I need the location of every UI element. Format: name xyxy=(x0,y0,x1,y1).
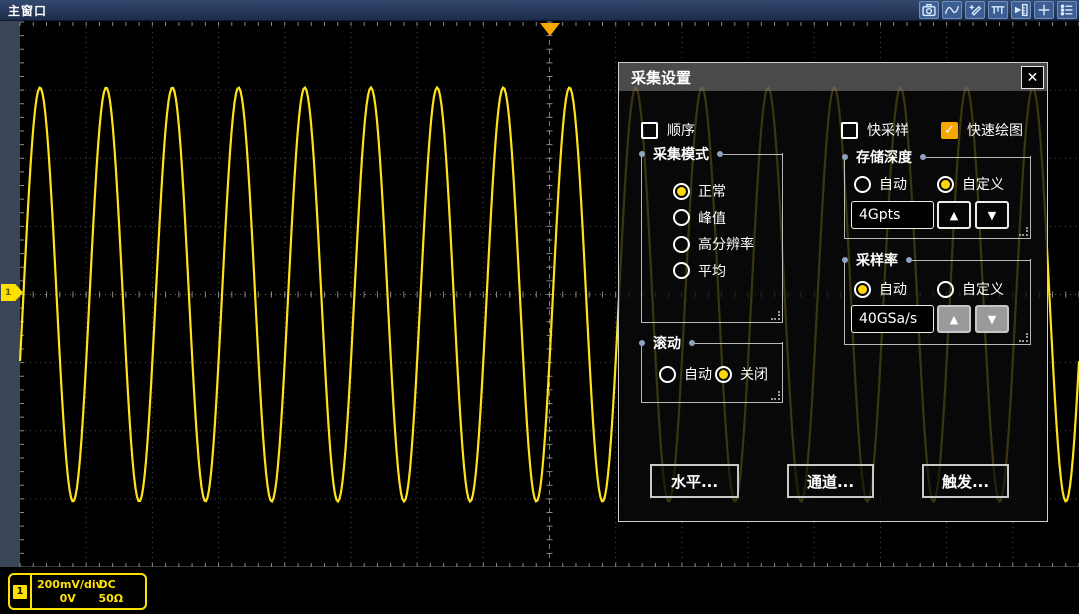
channel-settings-button[interactable]: 通道... xyxy=(787,464,874,498)
annotate-button[interactable] xyxy=(965,1,985,19)
list-menu-icon xyxy=(1059,3,1075,17)
titlebar-toolbar xyxy=(919,1,1077,19)
checkbox-box xyxy=(841,122,858,139)
app-root: 1 主窗口 xyxy=(0,0,1079,614)
radio-memdepth-auto[interactable]: 自动 xyxy=(854,174,907,194)
window-title: 主窗口 xyxy=(0,2,47,19)
level-marker-label: 1 xyxy=(5,288,11,298)
radio-circle xyxy=(673,236,690,253)
radio-circle xyxy=(715,366,732,383)
up-arrow-icon: ▲ xyxy=(950,209,958,222)
plus-icon xyxy=(1036,3,1052,17)
memory-depth-group-label: 存储深度 xyxy=(856,147,912,167)
group-dot xyxy=(639,151,645,157)
up-arrow-icon: ▲ xyxy=(950,313,958,326)
radio-acq-hires[interactable]: 高分辨率 xyxy=(673,234,754,254)
check-icon: ✓ xyxy=(944,124,955,137)
radio-acq-peak[interactable]: 峰值 xyxy=(673,208,726,228)
dialog-title: 采集设置 xyxy=(619,67,691,88)
sequence-label: 顺序 xyxy=(667,120,695,140)
radio-roll-off[interactable]: 关闭 xyxy=(715,364,768,384)
radio-circle xyxy=(854,176,871,193)
signal-wave-icon xyxy=(944,3,960,17)
radio-roll-auto[interactable]: 自动 xyxy=(659,364,712,384)
bottom-status-bar: 1 200mV/div DC 0V 50Ω xyxy=(0,567,1079,614)
group-resize-grip xyxy=(1019,227,1028,236)
fast-acquire-label: 快采样 xyxy=(867,120,909,140)
close-icon: ✕ xyxy=(1027,70,1039,86)
channel-number: 1 xyxy=(13,585,27,599)
checkbox-box: ✓ xyxy=(941,122,958,139)
group-resize-grip xyxy=(771,391,780,400)
sample-rate-increment-button: ▲ xyxy=(937,305,971,333)
channel-impedance: 50Ω xyxy=(98,592,143,605)
trigger-position-marker[interactable] xyxy=(540,23,560,36)
trigger-settings-button[interactable]: 触发... xyxy=(922,464,1009,498)
radio-circle xyxy=(673,209,690,226)
radio-circle xyxy=(937,176,954,193)
down-arrow-icon: ▼ xyxy=(988,209,996,222)
radio-samplerate-auto[interactable]: 自动 xyxy=(854,279,907,299)
measure-button[interactable] xyxy=(988,1,1008,19)
camera-icon xyxy=(921,3,937,17)
checkbox-box xyxy=(641,122,658,139)
edit-pencil-icon xyxy=(967,3,983,17)
memory-depth-increment-button[interactable]: ▲ xyxy=(937,201,971,229)
waveform-button[interactable] xyxy=(942,1,962,19)
fast-plot-label: 快速绘图 xyxy=(967,120,1023,140)
ruler-button[interactable] xyxy=(1011,1,1031,19)
fast-acquire-checkbox[interactable]: 快采样 xyxy=(841,120,909,140)
fast-plot-checkbox[interactable]: ✓ 快速绘图 xyxy=(941,120,1023,140)
vertical-ruler-icon xyxy=(1013,3,1029,17)
radio-circle xyxy=(659,366,676,383)
group-dot xyxy=(842,257,848,263)
radio-circle xyxy=(673,262,690,279)
down-arrow-icon: ▼ xyxy=(988,313,996,326)
radio-circle xyxy=(673,183,690,200)
channel-coupling: DC xyxy=(98,578,143,591)
window-titlebar: 主窗口 xyxy=(0,0,1079,21)
roll-group-label: 滚动 xyxy=(653,333,681,353)
group-dot xyxy=(639,340,645,346)
dialog-close-button[interactable]: ✕ xyxy=(1021,66,1044,89)
sequence-checkbox[interactable]: 顺序 xyxy=(641,120,695,140)
radio-circle xyxy=(937,281,954,298)
sample-rate-decrement-button: ▼ xyxy=(975,305,1009,333)
channel1-badge[interactable]: 1 200mV/div DC 0V 50Ω xyxy=(8,573,147,610)
acquire-settings-dialog: 采集设置 ✕ 顺序 快采样 ✓ 快速绘图 采集模式 xyxy=(618,62,1048,522)
memory-depth-input[interactable] xyxy=(851,201,934,229)
radio-circle xyxy=(854,281,871,298)
channel-scale: 200mV/div xyxy=(37,578,98,591)
radio-acq-average[interactable]: 平均 xyxy=(673,261,726,281)
horizontal-settings-button[interactable]: 水平... xyxy=(650,464,739,498)
acq-mode-group-label: 采集模式 xyxy=(653,144,709,164)
menu-button[interactable] xyxy=(1057,1,1077,19)
group-resize-grip xyxy=(771,311,780,320)
group-resize-grip xyxy=(1019,333,1028,342)
radio-memdepth-custom[interactable]: 自定义 xyxy=(937,174,1004,194)
add-button[interactable] xyxy=(1034,1,1054,19)
screenshot-button[interactable] xyxy=(919,1,939,19)
group-dot xyxy=(842,154,848,160)
sample-rate-group-label: 采样率 xyxy=(856,250,898,270)
radio-acq-normal[interactable]: 正常 xyxy=(673,181,726,201)
radio-samplerate-custom[interactable]: 自定义 xyxy=(937,279,1004,299)
measure-icon xyxy=(990,3,1006,17)
memory-depth-decrement-button[interactable]: ▼ xyxy=(975,201,1009,229)
dialog-titlebar[interactable]: 采集设置 xyxy=(619,63,1047,91)
channel-offset: 0V xyxy=(37,592,98,605)
sample-rate-input[interactable] xyxy=(851,305,934,333)
